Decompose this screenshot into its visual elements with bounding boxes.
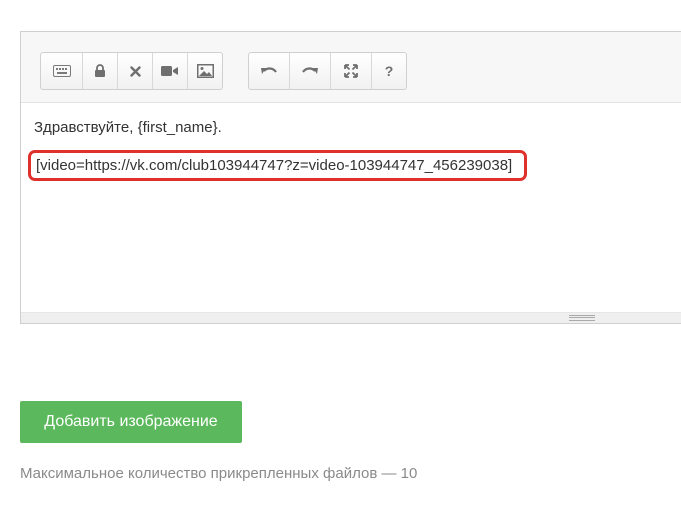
remove-button[interactable] bbox=[118, 53, 153, 89]
video-tag-highlight: [video=https://vk.com/club103944747?z=vi… bbox=[28, 150, 528, 181]
insert-image-button[interactable] bbox=[188, 53, 222, 89]
add-image-button[interactable]: Добавить изображение bbox=[20, 401, 242, 443]
undo-button[interactable] bbox=[249, 53, 290, 89]
close-icon bbox=[129, 65, 141, 77]
max-files-note: Максимальное количество прикрепленных фа… bbox=[20, 465, 418, 482]
insert-video-button[interactable] bbox=[153, 53, 188, 89]
toolbar-group-history: ? bbox=[248, 52, 407, 90]
undo-icon bbox=[260, 65, 278, 77]
help-button[interactable]: ? bbox=[372, 53, 406, 89]
editor-toolbar: ? bbox=[21, 32, 681, 103]
keyboard-icon bbox=[52, 65, 71, 77]
fullscreen-icon bbox=[344, 64, 358, 78]
lock-button[interactable] bbox=[83, 53, 118, 89]
greeting-text: Здравствуйте, {first_name}. bbox=[34, 119, 222, 136]
keyboard-button[interactable] bbox=[41, 53, 83, 89]
redo-icon bbox=[301, 65, 319, 77]
image-icon bbox=[196, 64, 214, 78]
fullscreen-button[interactable] bbox=[331, 53, 372, 89]
toolbar-group-insert bbox=[40, 52, 223, 90]
video-camera-icon bbox=[161, 65, 179, 77]
editor-text-area[interactable]: Здравствуйте, {first_name}. [video=https… bbox=[21, 102, 681, 313]
redo-button[interactable] bbox=[290, 53, 331, 89]
lock-icon bbox=[94, 64, 106, 78]
editor-resize-bar[interactable] bbox=[21, 312, 681, 323]
help-icon: ? bbox=[384, 63, 394, 79]
resize-handle-icon[interactable] bbox=[569, 315, 595, 321]
message-editor: ? Здравствуйте, {first_name}. [video=htt… bbox=[20, 31, 681, 324]
